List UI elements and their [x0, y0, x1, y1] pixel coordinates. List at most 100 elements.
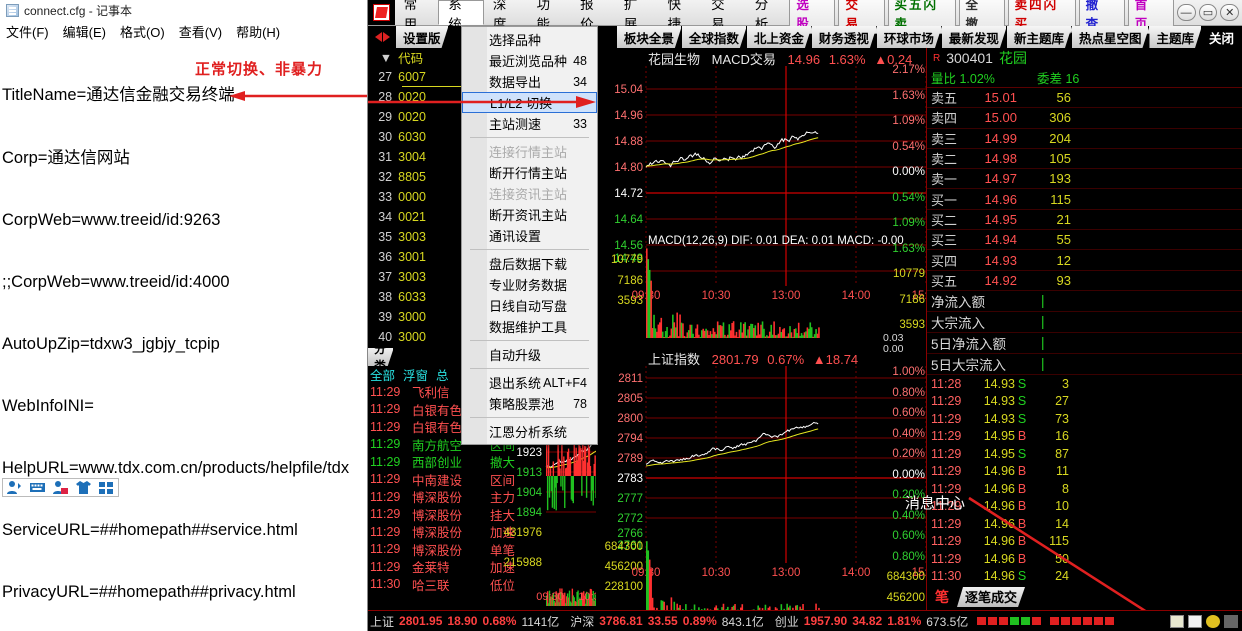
menu-jiaoyi[interactable]: 交易 [702, 0, 746, 32]
col-sort-icon[interactable]: ▼ [368, 51, 398, 65]
tool-icon[interactable] [1224, 614, 1238, 628]
filter-total[interactable]: 总 [436, 365, 449, 384]
menu-item[interactable]: 主站测速 33 [462, 113, 597, 134]
list-item[interactable]: 11:29 西部创业 撤大 [368, 453, 596, 471]
tick-row[interactable]: 11:29 14.93 S 73 [927, 410, 1242, 428]
menu-format[interactable]: 格式(O) [120, 22, 165, 41]
chart-shangzheng-zhishu[interactable]: 上证指数 2801.79 0.67% ▲18.74 2811 2805 2800 27… [596, 348, 940, 618]
coin-icon[interactable] [1206, 614, 1220, 628]
tab-bankuai-quanjing[interactable]: 板块全景 [617, 26, 682, 48]
tick-row[interactable]: 11:29 14.96 B 8 [927, 480, 1242, 498]
list-item[interactable]: 11:29 金莱特 加速 [368, 558, 596, 576]
bid-row[interactable]: 买一 14.96 115 [927, 189, 1242, 210]
menu-item[interactable]: 通讯设置 [462, 225, 597, 246]
menu-item[interactable]: 日线自动写盘 [462, 295, 597, 316]
menu-shendu[interactable]: 深度 [484, 0, 528, 32]
menu-item[interactable]: 退出系统 ALT+F4 [462, 372, 597, 393]
tab-nav-arrows[interactable] [368, 26, 396, 48]
menu-item[interactable]: 自动升级 [462, 344, 597, 365]
menu-items[interactable]: 选择品种 最近浏览品种 48 数据导出 34 L1/L2 切换 主站测速 33 连接行情主站 断开… [462, 29, 597, 442]
chart-huayuan-shengwu[interactable]: 花园生物 MACD交易 14.96 1.63% ▲0.24 15.04 14.96… [596, 48, 940, 348]
person-icon[interactable] [6, 480, 23, 495]
tab-zhubi-chengjiao[interactable]: 逐笔成交 [957, 587, 1025, 607]
list-item[interactable]: 11:29 博深股份 主力 [368, 488, 596, 506]
arrow-right-icon[interactable] [382, 32, 390, 42]
tick-row[interactable]: 11:29 14.93 S 27 [927, 392, 1242, 410]
menu-edit[interactable]: 编辑(E) [63, 22, 106, 41]
tick-row[interactable]: 11:29 14.96 B 14 [927, 515, 1242, 533]
tick-row[interactable]: 11:29 14.96 B 10 [927, 497, 1242, 515]
taskbar-tray[interactable] [2, 478, 119, 497]
list-item[interactable]: 11:29 中南建设 区间 [368, 471, 596, 489]
menu-kuaijie[interactable]: 快捷 [658, 0, 702, 32]
close-button[interactable]: ✕ [1220, 4, 1240, 21]
bid-row[interactable]: 买三 14.94 55 [927, 230, 1242, 251]
menu-xitong[interactable]: 系统 [438, 0, 484, 32]
filter-all[interactable]: 全部 [370, 365, 395, 384]
tab-zuixin-faxian[interactable]: 最新发现 [942, 26, 1007, 48]
menu-item[interactable]: 策略股票池 78 [462, 393, 597, 414]
list-item[interactable]: 11:29 博深股份 加速 [368, 523, 596, 541]
menu-item[interactable]: 选择品种 [462, 29, 597, 50]
menu-fenxi[interactable]: 分析 [746, 0, 790, 32]
tick-rows[interactable]: 11:28 14.93 S 3 11:29 14.93 S 27 11:29 14.93 S 73 11… [927, 375, 1242, 585]
apps-grid-icon[interactable] [98, 480, 115, 495]
tab-shezhiban[interactable]: 设置版 [396, 26, 449, 48]
notepad-text-area[interactable]: TitleName=通达信金融交易终端 Corp=通达信网站 CorpWeb=w… [0, 42, 367, 631]
maximize-button[interactable]: ▭ [1198, 4, 1218, 21]
tab-caiwu-toushi[interactable]: 财务透视 [812, 26, 877, 48]
menu-gongneng[interactable]: 功能 [528, 0, 572, 32]
menu-baojia[interactable]: 报价 [571, 0, 615, 32]
menu-view[interactable]: 查看(V) [179, 22, 222, 41]
capital-flow-rows[interactable]: 净流入额 | 大宗流入 | 5日净流入额 | 5日大宗流入 | [927, 291, 1242, 375]
order-book-panel[interactable]: R 300401 花园 量比 1.02% 委差 16 卖五 15.01 56 卖四 15… [926, 48, 1242, 610]
bid-rows[interactable]: 买一 14.96 115 买二 14.95 21 买三 14.94 55 买四 14.93 12 买五 1… [927, 189, 1242, 291]
bid-row[interactable]: 买四 14.93 12 [927, 250, 1242, 271]
tab-fenlei[interactable]: 分类 [368, 348, 394, 366]
keyboard-icon[interactable] [29, 480, 46, 495]
tab-huanqiu-shichang[interactable]: 环球市场 [877, 26, 942, 48]
input-method-icon[interactable] [52, 480, 69, 495]
list-item[interactable]: 11:29 博深股份 挂大 [368, 506, 596, 524]
menu-help[interactable]: 帮助(H) [236, 22, 280, 41]
doc-icon[interactable] [1170, 614, 1184, 628]
menu-item[interactable]: 断开资讯主站 [462, 204, 597, 225]
tab-xin-zhutiku[interactable]: 新主题库 [1007, 26, 1072, 48]
ask-row[interactable]: 卖三 14.99 204 [927, 129, 1242, 149]
menu-item[interactable]: 数据导出 34 [462, 71, 597, 92]
ask-row[interactable]: 卖五 15.01 56 [927, 88, 1242, 109]
menu-item[interactable]: 数据维护工具 [462, 316, 597, 337]
tick-row[interactable]: 11:28 14.93 S 3 [927, 375, 1242, 393]
ask-rows[interactable]: 卖五 15.01 56 卖四 15.00 306 卖三 14.99 204 卖二 14.98 105 卖… [927, 88, 1242, 190]
list-item[interactable]: 11:29 博深股份 单笔 [368, 541, 596, 559]
tab-quanqiu-zhishu[interactable]: 全球指数 [682, 26, 747, 48]
bid-row[interactable]: 买五 14.92 93 [927, 271, 1242, 291]
tab-bi[interactable]: 笔 [927, 587, 957, 607]
arrow-left-icon[interactable] [374, 32, 382, 42]
menu-file[interactable]: 文件(F) [6, 22, 49, 41]
tick-row[interactable]: 11:29 14.95 S 87 [927, 445, 1242, 463]
tab-guanbi[interactable]: 关闭 [1201, 26, 1242, 48]
system-dropdown-menu[interactable]: 选择品种 最近浏览品种 48 数据导出 34 L1/L2 切换 主站测速 33 连接行情主站 断开… [461, 26, 598, 445]
filter-floatwin[interactable]: 浮窗 [403, 365, 428, 384]
tick-row[interactable]: 11:29 14.96 B 50 [927, 550, 1242, 568]
col-code[interactable]: 代码 [398, 48, 443, 67]
status-tray[interactable] [1170, 614, 1242, 628]
menu-kuozhan[interactable]: 扩展 [615, 0, 659, 32]
menu-item[interactable]: 最近浏览品种 48 [462, 50, 597, 71]
list-icon[interactable] [1188, 614, 1202, 628]
tab-redian-xingkongtu[interactable]: 热点星空图 [1072, 26, 1150, 48]
tick-row[interactable]: 11:29 14.96 B 11 [927, 462, 1242, 480]
shirt-icon[interactable] [75, 480, 92, 495]
menu-changyong[interactable]: 常用 [395, 0, 439, 32]
tick-tabstrip[interactable]: 笔 逐笔成交 [927, 587, 1242, 607]
notepad-menubar[interactable]: 文件(F) 编辑(E) 格式(O) 查看(V) 帮助(H) [0, 20, 367, 42]
menu-item[interactable]: 专业财务数据 [462, 274, 597, 295]
tab-zhutiku[interactable]: 主题库 [1149, 26, 1202, 48]
tick-row[interactable]: 11:30 14.96 S 24 [927, 567, 1242, 585]
minimize-button[interactable]: — [1176, 4, 1196, 21]
bid-row[interactable]: 买二 14.95 21 [927, 210, 1242, 231]
tab-beishang-zijin[interactable]: 北上资金 [747, 26, 812, 48]
app-menubar[interactable]: 常用 系统 深度 功能 报价 扩展 快捷 交易 分析 选 股 交 易 买五闪卖 … [368, 0, 1242, 34]
tick-row[interactable]: 11:29 14.95 B 16 [927, 427, 1242, 445]
